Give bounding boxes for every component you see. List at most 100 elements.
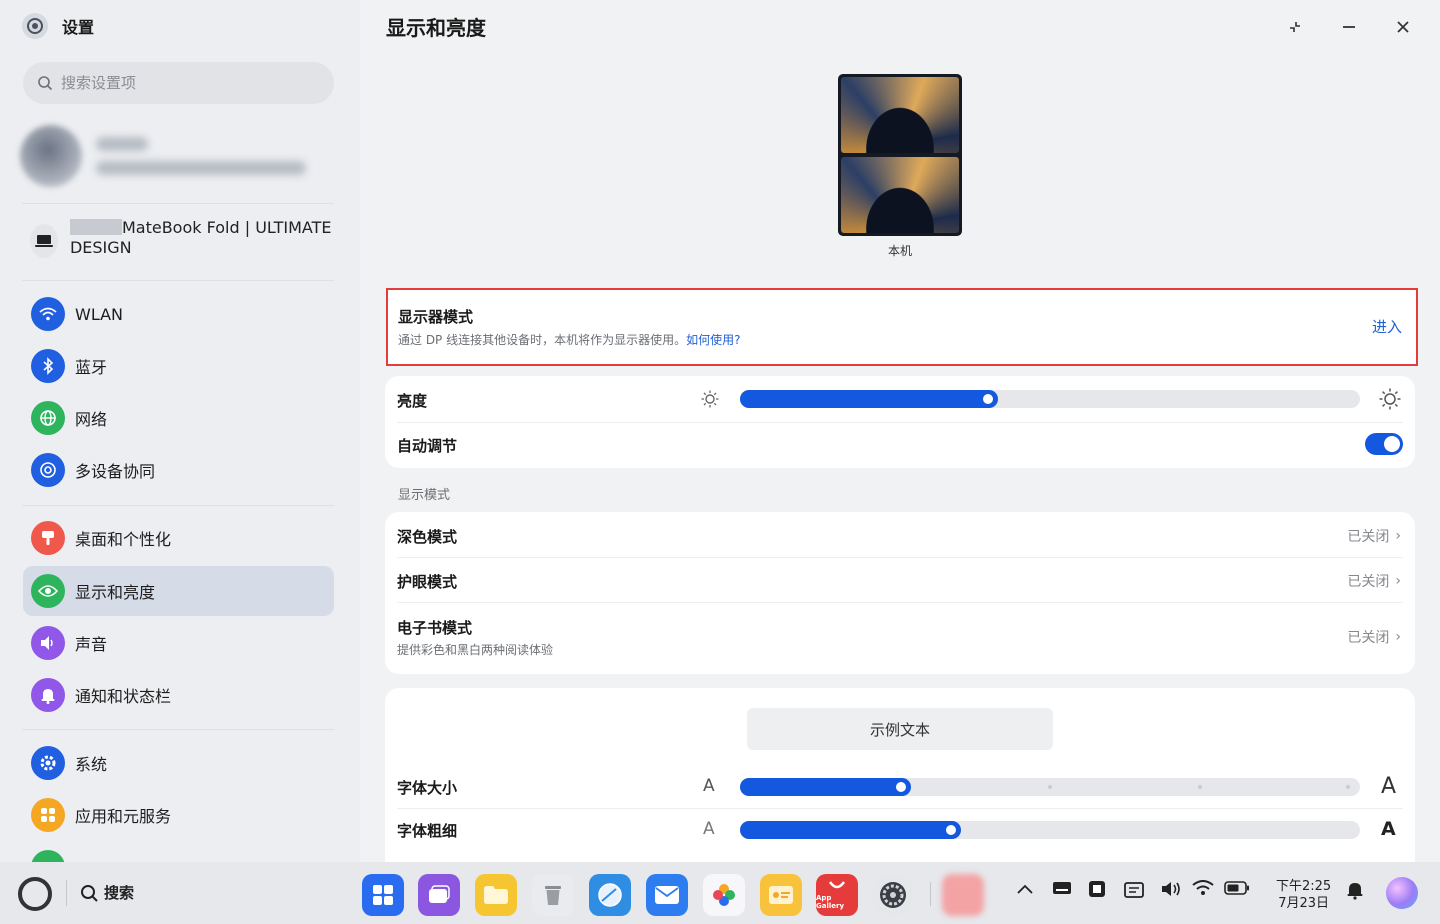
start-button[interactable] <box>18 877 52 911</box>
display-modes-card: 深色模式 已关闭 › 护眼模式 已关闭 › 电子书模式 提供彩色和黑白两种阅读体验 … <box>385 512 1415 674</box>
sidebar-item-label: WLAN <box>75 304 124 324</box>
divider <box>66 880 67 906</box>
font-weight-slider[interactable] <box>740 821 1360 839</box>
close-icon[interactable] <box>1390 14 1416 40</box>
chevron-up-icon[interactable] <box>1016 880 1034 899</box>
font-weight-label: 字体粗细 <box>397 822 458 840</box>
wifi-status-icon[interactable] <box>1192 880 1214 900</box>
device-name: MateBook Fold | ULTIMATE DESIGN <box>69 218 332 257</box>
enter-button[interactable]: 进入 <box>1372 316 1402 337</box>
display-icon[interactable] <box>1088 880 1106 902</box>
main-panel: 显示和亮度 本机 显示器模式 通过 DP 线连接其他设备时，本机将作为显示器使用… <box>360 0 1440 862</box>
app-gallery-icon[interactable]: App Gallery <box>816 874 858 916</box>
sidebar-item-wlan[interactable]: WLAN <box>23 289 334 339</box>
minimize-icon[interactable] <box>1336 14 1362 40</box>
device-screen-bottom <box>841 157 959 233</box>
gear-icon <box>31 746 65 780</box>
brightness-slider-handle[interactable] <box>981 392 995 406</box>
dark-mode-row[interactable]: 深色模式 已关闭 › <box>385 512 1415 558</box>
sidebar-item-partial[interactable] <box>23 842 334 862</box>
sidebar-item-notifications[interactable]: 通知和状态栏 <box>23 670 334 720</box>
sidebar-item-display[interactable]: 显示和亮度 <box>23 566 334 616</box>
slider-step-dot <box>1346 785 1350 789</box>
account-profile[interactable] <box>20 120 320 192</box>
divider <box>22 280 334 281</box>
app-title: 设置 <box>62 18 95 37</box>
sidebar-item-bluetooth[interactable]: 蓝牙 <box>23 341 334 391</box>
divider <box>930 882 931 906</box>
how-to-use-link[interactable]: 如何使用? <box>686 333 740 347</box>
sidebar-item-label: 多设备协同 <box>75 462 156 481</box>
slider-step-dot <box>1048 785 1052 789</box>
sun-large-icon <box>1379 388 1401 410</box>
font-card: 示例文本 字体大小 A A 字体粗细 A A <box>385 688 1415 862</box>
font-size-large-a: A <box>1381 774 1397 799</box>
ebook-mode-label: 电子书模式 <box>397 619 473 637</box>
monitor-mode-row[interactable]: 显示器模式 通过 DP 线连接其他设备时，本机将作为显示器使用。如何使用? 进入 <box>386 288 1418 366</box>
sidebar-item-label: 显示和亮度 <box>75 583 156 602</box>
ebook-mode-row[interactable]: 电子书模式 提供彩色和黑白两种阅读体验 已关闭 › <box>385 603 1415 673</box>
brightness-slider-fill <box>740 390 998 408</box>
brightness-card: 亮度 自动调节 <box>385 376 1415 468</box>
taskbar: 搜索 App Gallery 下午2:25 7月23日 <box>0 862 1440 924</box>
monitor-mode-title: 显示器模式 <box>398 308 474 326</box>
auto-adjust-toggle[interactable] <box>1365 433 1403 455</box>
gallery-icon[interactable] <box>703 874 745 916</box>
dark-mode-label: 深色模式 <box>397 528 458 546</box>
mail-icon[interactable] <box>646 874 688 916</box>
volume-icon[interactable] <box>1160 880 1182 902</box>
sidebar-item-sound[interactable]: 声音 <box>23 618 334 668</box>
clock[interactable]: 下午2:25 7月23日 <box>1276 878 1331 912</box>
wallet-icon[interactable] <box>760 874 802 916</box>
preview-label: 本机 <box>887 244 912 258</box>
device-preview-image <box>838 74 962 236</box>
trash-icon[interactable] <box>532 874 574 916</box>
sidebar-item-network[interactable]: 网络 <box>23 393 334 443</box>
multitask-icon[interactable] <box>418 874 460 916</box>
font-size-slider[interactable] <box>740 778 1360 796</box>
font-size-slider-handle[interactable] <box>894 780 908 794</box>
font-weight-slider-handle[interactable] <box>944 823 958 837</box>
restore-window-icon[interactable] <box>1282 14 1308 40</box>
sidebar-item-system[interactable]: 系统 <box>23 738 334 788</box>
shield-icon <box>31 850 65 862</box>
sidebar-item-label: 蓝牙 <box>75 358 108 377</box>
sidebar-item-apps[interactable]: 应用和元服务 <box>23 790 334 840</box>
device-screen-top <box>841 77 959 153</box>
blurred-app-icon[interactable] <box>942 874 984 916</box>
search-bar[interactable] <box>23 62 334 104</box>
sidebar-item-label: 桌面和个性化 <box>75 530 172 549</box>
ebook-mode-status: 已关闭 › <box>1347 629 1401 646</box>
notification-bell-icon[interactable] <box>1346 880 1364 904</box>
sun-small-icon <box>701 390 719 408</box>
sidebar: 设置 MateBook Fold | ULTIMATE DESIGN WLAN … <box>0 0 360 862</box>
battery-icon[interactable] <box>1224 880 1250 899</box>
brightness-slider[interactable] <box>740 390 1360 408</box>
account-info-redacted <box>96 137 306 175</box>
assistant-orb-icon[interactable] <box>1386 877 1418 909</box>
search-input[interactable] <box>61 74 301 92</box>
eye-icon <box>31 574 65 608</box>
taskbar-search[interactable]: 搜索 <box>80 882 134 903</box>
sidebar-item-label: 应用和元服务 <box>75 807 172 826</box>
clock-time: 下午2:25 <box>1276 879 1332 894</box>
font-weight-bold-a: A <box>1381 818 1396 840</box>
redacted-text <box>69 219 122 235</box>
device-item[interactable]: MateBook Fold | ULTIMATE DESIGN <box>30 218 340 258</box>
eye-comfort-row[interactable]: 护眼模式 已关闭 › <box>385 558 1415 602</box>
app-header: 设置 <box>22 12 94 40</box>
browser-icon[interactable] <box>589 874 631 916</box>
keyboard-icon[interactable] <box>1052 880 1072 900</box>
sidebar-item-desktop[interactable]: 桌面和个性化 <box>23 513 334 563</box>
app-center-icon[interactable] <box>362 874 404 916</box>
folder-icon[interactable] <box>475 874 517 916</box>
font-weight-light-a: A <box>703 819 715 839</box>
divider <box>397 808 1403 809</box>
clipboard-icon[interactable] <box>1124 880 1144 902</box>
sidebar-item-multi-device[interactable]: 多设备协同 <box>23 445 334 495</box>
monitor-mode-description: 通过 DP 线连接其他设备时，本机将作为显示器使用。如何使用? <box>398 333 741 347</box>
settings-gear-icon[interactable] <box>872 874 914 916</box>
font-size-small-a: A <box>703 776 715 796</box>
apps-icon <box>31 798 65 832</box>
eye-comfort-status: 已关闭 › <box>1347 573 1401 590</box>
